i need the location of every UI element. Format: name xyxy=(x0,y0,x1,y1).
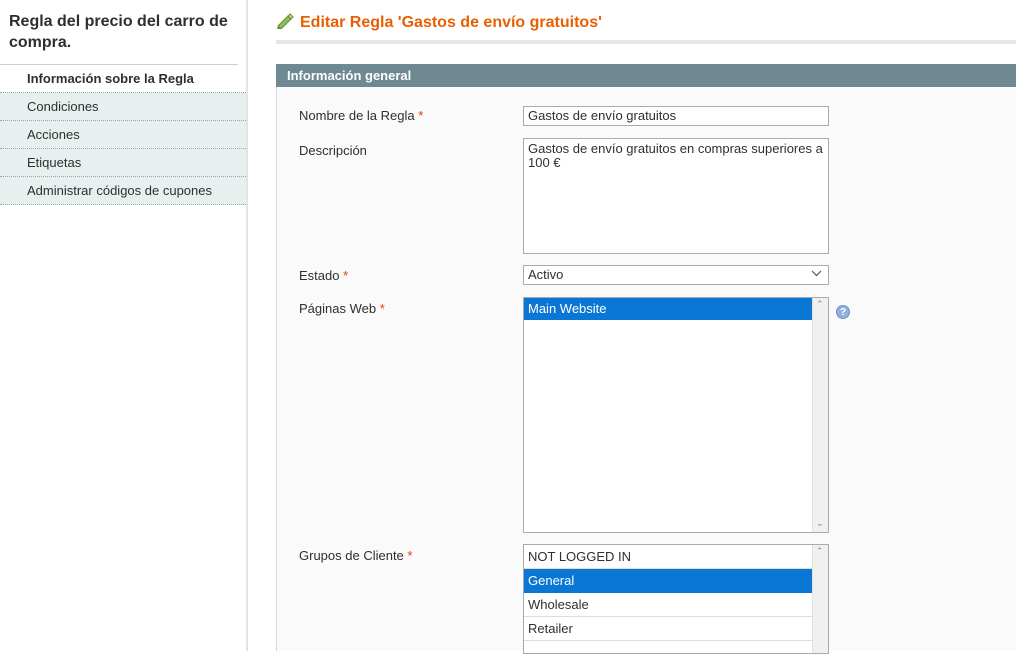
heading-divider xyxy=(276,40,1016,44)
websites-label: Páginas Web * xyxy=(299,301,385,316)
required-marker: * xyxy=(407,548,413,563)
chevron-down-icon xyxy=(811,266,822,284)
page-heading: Editar Regla 'Gastos de envío gratuitos' xyxy=(276,13,602,32)
required-marker: * xyxy=(343,268,349,283)
sidebar: Regla del precio del carro de compra. In… xyxy=(0,0,246,651)
scroll-down-icon[interactable]: ⌄ xyxy=(816,518,824,529)
section-header: Información general xyxy=(276,64,1016,87)
tab-actions[interactable]: Acciones xyxy=(0,121,246,149)
status-select-value: Activo xyxy=(528,267,564,282)
rule-name-label-text: Nombre de la Regla xyxy=(299,108,415,123)
customer-group-option[interactable]: General xyxy=(524,569,813,593)
tab-rule-information[interactable]: Información sobre la Regla xyxy=(0,65,246,93)
required-marker: * xyxy=(379,301,385,316)
page-title: Editar Regla 'Gastos de envío gratuitos' xyxy=(300,14,602,31)
customer-group-option[interactable]: NOT LOGGED IN xyxy=(524,545,813,569)
tab-labels[interactable]: Etiquetas xyxy=(0,149,246,177)
required-marker: * xyxy=(418,108,424,123)
customer-groups-multiselect[interactable]: NOT LOGGED IN General Wholesale Retailer… xyxy=(523,544,829,654)
scroll-up-icon[interactable]: ⌃ xyxy=(816,299,824,310)
rule-name-label: Nombre de la Regla * xyxy=(299,108,423,123)
customer-group-option[interactable]: Retailer xyxy=(524,617,813,641)
customer-groups-label-text: Grupos de Cliente xyxy=(299,548,404,563)
status-label: Estado * xyxy=(299,268,348,283)
edit-pencil-icon xyxy=(276,13,294,30)
scrollbar[interactable]: ⌃ xyxy=(812,545,828,653)
rule-name-input[interactable]: Gastos de envío gratuitos xyxy=(523,106,829,126)
customer-group-option[interactable]: Wholesale xyxy=(524,593,813,617)
description-textarea[interactable]: Gastos de envío gratuitos en compras sup… xyxy=(523,138,829,254)
help-icon[interactable]: ? xyxy=(836,305,850,319)
sidebar-tabs: Información sobre la Regla Condiciones A… xyxy=(0,65,246,205)
websites-label-text: Páginas Web xyxy=(299,301,377,316)
scroll-up-icon[interactable]: ⌃ xyxy=(816,546,824,557)
status-select[interactable]: Activo xyxy=(523,265,829,285)
sidebar-separator xyxy=(246,0,248,651)
sidebar-title: Regla del precio del carro de compra. xyxy=(9,13,228,51)
customer-groups-label: Grupos de Cliente * xyxy=(299,548,412,563)
status-label-text: Estado xyxy=(299,268,340,283)
tab-manage-coupon-codes[interactable]: Administrar códigos de cupones xyxy=(0,177,246,205)
tab-conditions[interactable]: Condiciones xyxy=(0,93,246,121)
website-option[interactable]: Main Website xyxy=(524,298,813,320)
scrollbar[interactable]: ⌃ ⌄ xyxy=(812,298,828,532)
description-label: Descripción xyxy=(299,143,367,158)
websites-multiselect[interactable]: Main Website ⌃ ⌄ xyxy=(523,297,829,533)
